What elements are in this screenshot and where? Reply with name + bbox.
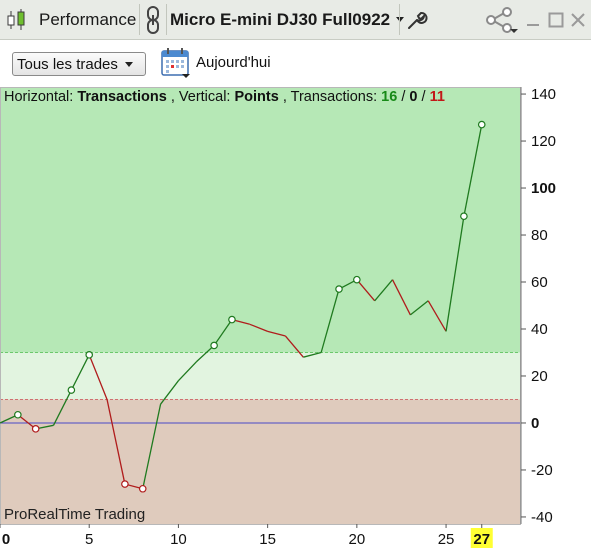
x-tick-label: 20 bbox=[349, 531, 366, 548]
y-tick-label: 20 bbox=[531, 368, 548, 385]
x-tick-label: 10 bbox=[170, 531, 187, 548]
data-point bbox=[31, 425, 40, 433]
equity-chart: 140 120 100 80 60 40 20 0 -20 -40 0 5 10 15 20 25 27 bbox=[0, 87, 556, 548]
x-tick-label: 25 bbox=[438, 531, 455, 548]
title-bar: Performance Micro E-mini DJ30 Full0922 bbox=[0, 0, 591, 40]
horizontal-label: Horizontal: bbox=[4, 89, 74, 105]
trade-filter-value: Tous les trades bbox=[17, 55, 118, 73]
link-icon[interactable] bbox=[144, 0, 162, 39]
gain-zone bbox=[0, 87, 521, 353]
toolbar: Tous les trades Aujourd'hui bbox=[0, 40, 591, 87]
candlestick-icon bbox=[6, 0, 28, 39]
separator: / bbox=[417, 89, 430, 105]
data-point bbox=[85, 351, 94, 359]
chevron-down-icon bbox=[124, 61, 133, 67]
calendar-icon[interactable] bbox=[160, 47, 192, 84]
data-point bbox=[121, 480, 129, 488]
minimize-icon[interactable] bbox=[526, 0, 540, 39]
winning-count: 16 bbox=[381, 89, 398, 105]
performance-tab[interactable]: Performance bbox=[39, 0, 136, 39]
y-tick-label: 40 bbox=[531, 321, 548, 338]
instrument-label: Micro E-mini DJ30 Full0922 bbox=[170, 9, 391, 29]
horizontal-value: Transactions bbox=[77, 89, 167, 105]
maximize-icon[interactable] bbox=[548, 0, 564, 39]
trade-filter-select[interactable]: Tous les trades bbox=[12, 52, 146, 76]
separator: / bbox=[397, 89, 410, 105]
data-point bbox=[228, 315, 236, 324]
data-point bbox=[477, 120, 486, 129]
data-point bbox=[353, 275, 361, 284]
y-tick-label: 0 bbox=[531, 415, 539, 432]
x-tick-label: 27 bbox=[473, 531, 490, 548]
data-point bbox=[138, 484, 147, 493]
data-point bbox=[14, 410, 22, 419]
x-tick-label: 15 bbox=[259, 531, 276, 548]
chevron-down-icon bbox=[396, 17, 405, 22]
data-point bbox=[460, 212, 468, 221]
transactions-label: , Transactions: bbox=[282, 89, 378, 105]
date-range-label[interactable]: Aujourd'hui bbox=[196, 54, 271, 71]
y-tick-label: 140 bbox=[531, 87, 556, 103]
wrench-icon[interactable] bbox=[406, 0, 428, 39]
y-tick-label: 80 bbox=[531, 227, 548, 244]
y-tick-label: 60 bbox=[531, 274, 548, 291]
losing-count: 11 bbox=[429, 89, 445, 105]
y-tick-label: 100 bbox=[531, 180, 556, 197]
performance-label: Performance bbox=[39, 9, 137, 29]
data-point bbox=[335, 285, 343, 293]
data-point bbox=[210, 341, 218, 350]
instrument-selector[interactable]: Micro E-mini DJ30 Full0922 bbox=[170, 0, 405, 39]
y-tick-label: -40 bbox=[531, 509, 553, 526]
share-icon[interactable] bbox=[484, 0, 518, 39]
y-tick-label: -20 bbox=[531, 462, 553, 479]
x-tick-label: 5 bbox=[85, 531, 93, 548]
close-icon[interactable] bbox=[570, 0, 586, 39]
vertical-label: , Vertical: bbox=[170, 89, 231, 105]
y-tick-label: 120 bbox=[531, 133, 556, 150]
x-tick-label: 0 bbox=[2, 531, 10, 548]
vertical-value: Points bbox=[234, 89, 279, 105]
brand-label: ProRealTime Trading bbox=[4, 506, 146, 523]
transactions-summary: Horizontal: Transactions , Vertical: Poi… bbox=[4, 89, 445, 105]
data-point bbox=[67, 386, 76, 394]
